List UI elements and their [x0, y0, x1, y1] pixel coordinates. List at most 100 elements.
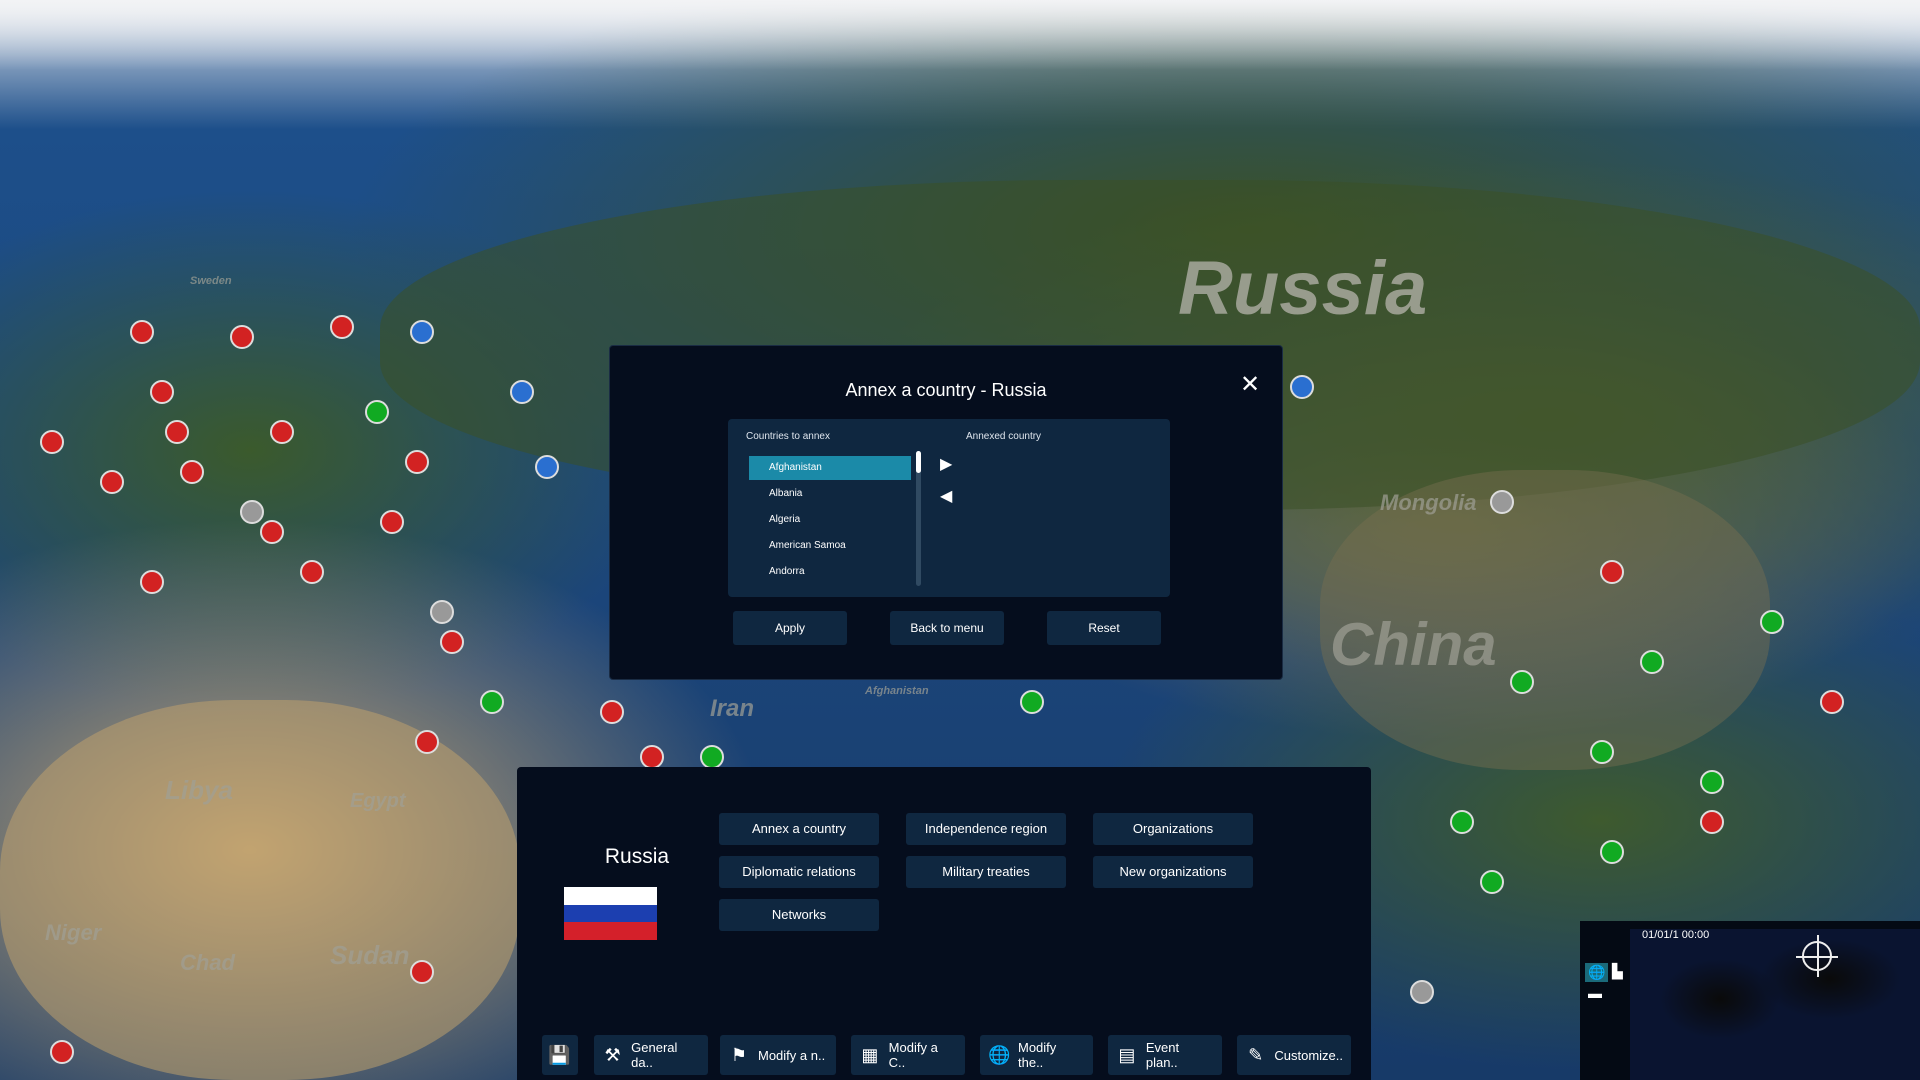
map-label-sudan: Sudan — [330, 940, 410, 970]
minimap-world[interactable] — [1630, 929, 1920, 1080]
tank-icon[interactable]: ▬ — [1588, 985, 1602, 1001]
countries-to-annex-header: Countries to annex — [746, 431, 830, 442]
map-label-iran: Iran — [710, 695, 755, 722]
general-data-button[interactable]: ⚒ General da.. — [594, 1035, 708, 1075]
city-marker[interactable] — [40, 430, 64, 454]
country-list-item[interactable]: Afghanistan — [749, 456, 911, 480]
save-icon: 💾 — [548, 1044, 571, 1065]
globe-icon[interactable]: 🌐 — [1585, 963, 1609, 982]
city-marker[interactable] — [1760, 610, 1784, 634]
city-marker[interactable] — [240, 500, 264, 524]
city-marker[interactable] — [1290, 375, 1314, 399]
diplomatic-relations-button[interactable]: Diplomatic relations — [719, 856, 879, 888]
map-label-niger: Niger — [45, 920, 102, 945]
city-marker[interactable] — [1700, 770, 1724, 794]
city-marker[interactable] — [1820, 690, 1844, 714]
city-marker[interactable] — [535, 455, 559, 479]
map-label-sweden: Sweden — [190, 275, 232, 287]
city-marker[interactable] — [1450, 810, 1474, 834]
event-planner-button[interactable]: ▤ Event plan.. — [1108, 1035, 1222, 1075]
crosshair-icon — [1796, 935, 1838, 977]
toolbar-label: Modify a C.. — [888, 1040, 938, 1070]
city-marker[interactable] — [100, 470, 124, 494]
city-marker[interactable] — [140, 570, 164, 594]
city-marker[interactable] — [165, 420, 189, 444]
modify-world-button[interactable]: 🌐 Modify the.. — [980, 1035, 1093, 1075]
arrow-left-icon[interactable]: ◀ — [940, 486, 952, 506]
city-marker[interactable] — [410, 960, 434, 984]
toolbar-label: Event plan.. — [1145, 1040, 1180, 1070]
toolbar-label: Modify the.. — [1018, 1040, 1057, 1070]
city-marker[interactable] — [230, 325, 254, 349]
city-marker[interactable] — [1410, 980, 1434, 1004]
new-organizations-button[interactable]: New organizations — [1093, 856, 1253, 888]
minimap[interactable]: 01/01/1 00:00 🌐 ▙ ▬ — [1580, 921, 1920, 1080]
annex-country-button[interactable]: Annex a country — [719, 813, 879, 845]
customize-button[interactable]: ✎ Customize.. — [1237, 1035, 1351, 1075]
close-icon[interactable]: ✕ — [1240, 370, 1260, 399]
city-marker[interactable] — [640, 745, 664, 769]
city-marker[interactable] — [1490, 490, 1514, 514]
city-marker[interactable] — [260, 520, 284, 544]
city-marker[interactable] — [130, 320, 154, 344]
city-marker[interactable] — [510, 380, 534, 404]
city-marker[interactable] — [405, 450, 429, 474]
city-marker[interactable] — [365, 400, 389, 424]
country-list-scrollbar[interactable] — [916, 451, 921, 586]
reset-button[interactable]: Reset — [1047, 611, 1161, 645]
city-marker[interactable] — [150, 380, 174, 404]
city-marker[interactable] — [700, 745, 724, 769]
independence-region-button[interactable]: Independence region — [906, 813, 1066, 845]
city-marker[interactable] — [1600, 840, 1624, 864]
annexed-country-list[interactable] — [960, 451, 1155, 586]
city-marker[interactable] — [440, 630, 464, 654]
city-marker[interactable] — [1510, 670, 1534, 694]
factory-icon[interactable]: ▙ — [1612, 963, 1623, 980]
map-label-libya: Libya — [165, 775, 233, 805]
modify-nation-button[interactable]: ⚑ Modify a n.. — [720, 1035, 836, 1075]
city-marker[interactable] — [415, 730, 439, 754]
city-marker[interactable] — [480, 690, 504, 714]
country-list-item[interactable]: Albania — [749, 482, 911, 506]
country-list-item[interactable]: American Samoa — [749, 534, 911, 558]
city-marker[interactable] — [410, 320, 434, 344]
dialog-title: Annex a country - Russia — [845, 380, 1047, 400]
tools-icon: ⚒ — [604, 1044, 621, 1065]
city-marker[interactable] — [50, 1040, 74, 1064]
annex-dialog: Annex a country - Russia ✕ Countries to … — [609, 345, 1283, 680]
game-datetime: 01/01/1 00:00 — [1642, 929, 1710, 941]
city-marker[interactable] — [380, 510, 404, 534]
africa-landmass — [0, 700, 520, 1080]
arrow-right-icon[interactable]: ▶ — [940, 454, 952, 474]
country-list-item[interactable]: Andorra — [749, 560, 911, 584]
city-marker[interactable] — [430, 600, 454, 624]
map-label-china: China — [1330, 611, 1497, 678]
city-marker[interactable] — [1600, 560, 1624, 584]
back-to-menu-button[interactable]: Back to menu — [890, 611, 1004, 645]
networks-button[interactable]: Networks — [719, 899, 879, 931]
city-marker[interactable] — [1020, 690, 1044, 714]
city-marker[interactable] — [330, 315, 354, 339]
city-marker[interactable] — [180, 460, 204, 484]
city-marker[interactable] — [300, 560, 324, 584]
map-label-mongolia: Mongolia — [1380, 490, 1477, 515]
organizations-button[interactable]: Organizations — [1093, 813, 1253, 845]
user-edit-icon: ✎ — [1248, 1044, 1264, 1065]
city-marker[interactable] — [1700, 810, 1724, 834]
apply-button[interactable]: Apply — [733, 611, 847, 645]
flag-icon: ⚑ — [730, 1044, 748, 1065]
military-treaties-button[interactable]: Military treaties — [906, 856, 1066, 888]
city-marker[interactable] — [270, 420, 294, 444]
city-marker[interactable] — [1590, 740, 1614, 764]
city-marker[interactable] — [1480, 870, 1504, 894]
city-marker[interactable] — [600, 700, 624, 724]
modify-city-button[interactable]: ▦ Modify a C.. — [851, 1035, 965, 1075]
russia-flag — [564, 887, 657, 940]
country-list-item[interactable]: Algeria — [749, 508, 911, 532]
scrollbar-thumb[interactable] — [916, 451, 921, 473]
map-label-chad: Chad — [180, 950, 235, 975]
annexed-country-header: Annexed country — [966, 431, 1042, 442]
save-button[interactable]: 💾 — [542, 1035, 578, 1075]
city-marker[interactable] — [1640, 650, 1664, 674]
country-panel: Russia Annex a country Independence regi… — [517, 767, 1371, 1080]
